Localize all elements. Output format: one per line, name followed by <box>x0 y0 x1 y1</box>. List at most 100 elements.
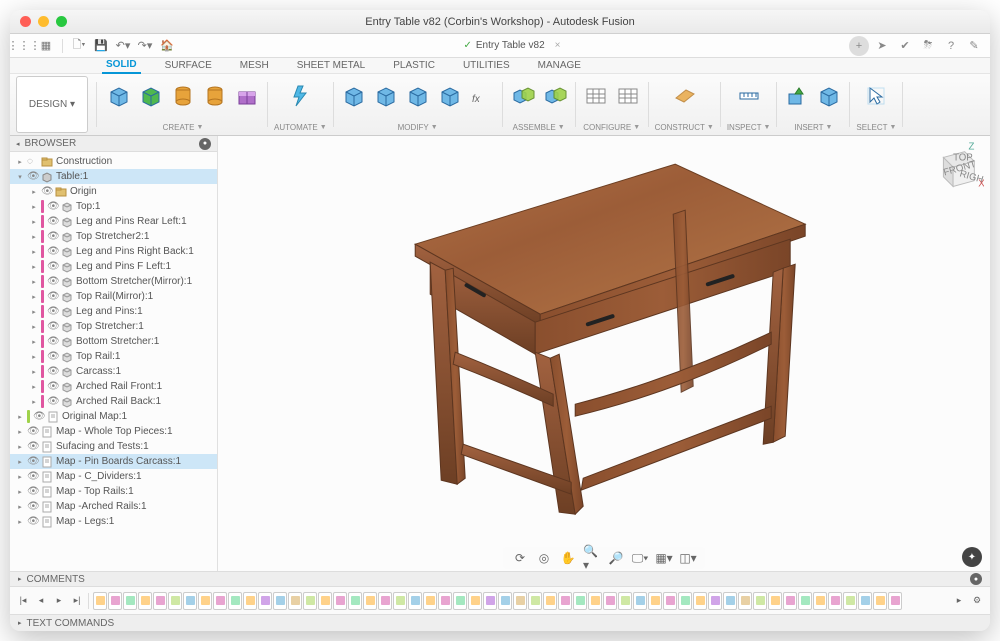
ribbon-group-label[interactable]: INSERT ▼ <box>794 121 832 133</box>
visibility-icon[interactable]: 👁 <box>27 441 38 452</box>
right-toolbar-btn-5[interactable]: ✎ <box>964 36 984 56</box>
browser-node[interactable]: ▸👁Bottom Stretcher(Mirror):1 <box>10 274 217 289</box>
browser-header[interactable]: ◂ BROWSER ● <box>10 136 217 152</box>
zoom-icon[interactable]: 🔍▾ <box>583 549 601 567</box>
workspace-tab-mesh[interactable]: MESH <box>236 58 273 73</box>
visibility-icon[interactable]: 👁 <box>33 411 44 422</box>
expand-icon[interactable]: ▸ <box>16 488 24 496</box>
data-panel-icon[interactable]: ▦ <box>38 38 54 54</box>
pressp-icon[interactable] <box>340 82 368 110</box>
browser-node[interactable]: ▸👁Top Stretcher2:1 <box>10 229 217 244</box>
timeline-feature[interactable] <box>243 592 257 610</box>
browser-node[interactable]: ▸👁Top Stretcher:1 <box>10 319 217 334</box>
browser-node[interactable]: ▸👁Origin <box>10 184 217 199</box>
visibility-icon[interactable]: 👁 <box>27 501 38 512</box>
timeline-feature[interactable] <box>108 592 122 610</box>
browser-node[interactable]: ▸👁Map - Top Rails:1 <box>10 484 217 499</box>
timeline-feature[interactable] <box>438 592 452 610</box>
joint-icon[interactable] <box>509 82 537 110</box>
undo-icon[interactable]: ↶▾ <box>115 38 131 54</box>
measure-icon[interactable] <box>735 82 763 110</box>
timeline-feature[interactable] <box>138 592 152 610</box>
timeline-expand-icon[interactable]: ▸ <box>952 594 966 608</box>
insert-icon[interactable] <box>783 82 811 110</box>
form-icon[interactable] <box>233 82 261 110</box>
expand-icon[interactable]: ▸ <box>30 353 38 361</box>
expand-icon[interactable]: ▸ <box>30 293 38 301</box>
expand-icon[interactable]: ▸ <box>16 518 24 526</box>
timeline-feature[interactable] <box>198 592 212 610</box>
assistant-icon[interactable]: ✦ <box>962 547 982 567</box>
maximize-window-button[interactable] <box>56 16 67 27</box>
timeline-feature[interactable] <box>513 592 527 610</box>
timeline-feature[interactable] <box>318 592 332 610</box>
textcmd-expand-icon[interactable]: ▸ <box>18 619 22 627</box>
timeline-feature[interactable] <box>843 592 857 610</box>
timeline-feature[interactable] <box>708 592 722 610</box>
viewport-icon[interactable]: ◫▾ <box>679 549 697 567</box>
visibility-icon[interactable]: 👁 <box>47 291 58 302</box>
browser-node[interactable]: ▸👁Top:1 <box>10 199 217 214</box>
timeline-feature[interactable] <box>543 592 557 610</box>
browser-node[interactable]: ▸◌Construction <box>10 154 217 169</box>
right-toolbar-btn-1[interactable]: ➤ <box>872 36 892 56</box>
timeline-feature[interactable] <box>423 592 437 610</box>
browser-node[interactable]: ▸👁Arched Rail Back:1 <box>10 394 217 409</box>
extrude-icon[interactable] <box>137 82 165 110</box>
timeline-start-icon[interactable]: |◂ <box>16 594 30 608</box>
browser-node[interactable]: ▸👁Carcass:1 <box>10 364 217 379</box>
expand-icon[interactable]: ▸ <box>30 323 38 331</box>
expand-icon[interactable]: ▾ <box>16 173 24 181</box>
close-window-button[interactable] <box>20 16 31 27</box>
fillet-icon[interactable] <box>372 82 400 110</box>
timeline-feature[interactable] <box>93 592 107 610</box>
titlebar[interactable]: Entry Table v82 (Corbin's Workshop) - Au… <box>10 10 990 34</box>
expand-icon[interactable]: ▸ <box>30 308 38 316</box>
browser-collapse-icon[interactable]: ◂ <box>16 140 20 148</box>
ribbon-group-label[interactable]: SELECT ▼ <box>856 121 896 133</box>
expand-icon[interactable]: ▸ <box>16 413 24 421</box>
grid-icon[interactable]: ▦▾ <box>655 549 673 567</box>
timeline-feature[interactable] <box>348 592 362 610</box>
file-menu-icon[interactable]: 🗋▾ <box>71 38 87 54</box>
expand-icon[interactable]: ▸ <box>16 503 24 511</box>
visibility-icon[interactable]: 👁 <box>47 276 58 287</box>
visibility-icon[interactable]: 👁 <box>47 336 58 347</box>
browser-node[interactable]: ▸👁Top Rail(Mirror):1 <box>10 289 217 304</box>
select-icon[interactable] <box>862 82 890 110</box>
timeline-feature[interactable] <box>753 592 767 610</box>
comments-settings-icon[interactable]: ● <box>970 573 982 585</box>
timeline-feature[interactable] <box>333 592 347 610</box>
timeline-feature[interactable] <box>453 592 467 610</box>
timeline-feature[interactable] <box>363 592 377 610</box>
config-icon[interactable] <box>582 82 610 110</box>
timeline-feature[interactable] <box>408 592 422 610</box>
timeline-feature[interactable] <box>303 592 317 610</box>
expand-icon[interactable]: ▸ <box>30 398 38 406</box>
timeline-feature[interactable] <box>663 592 677 610</box>
viewcube[interactable]: Z FRONT RIGHT TOP X <box>926 142 984 200</box>
app-menu-icon[interactable]: ⋮⋮⋮ <box>16 38 32 54</box>
timeline-feature[interactable] <box>768 592 782 610</box>
timeline-feature[interactable] <box>678 592 692 610</box>
timeline-feature[interactable] <box>213 592 227 610</box>
expand-icon[interactable]: ▸ <box>30 338 38 346</box>
asbuilt-icon[interactable] <box>541 82 569 110</box>
timeline-feature[interactable] <box>483 592 497 610</box>
home-icon[interactable]: 🏠 <box>159 38 175 54</box>
timeline-feature[interactable] <box>588 592 602 610</box>
decal-icon[interactable] <box>815 82 843 110</box>
timeline-feature[interactable] <box>618 592 632 610</box>
timeline-feature[interactable] <box>603 592 617 610</box>
right-toolbar-btn-3[interactable]: ⛈ <box>918 36 938 56</box>
param-icon[interactable]: fx <box>468 82 496 110</box>
timeline-feature[interactable] <box>288 592 302 610</box>
workspace-tab-plastic[interactable]: PLASTIC <box>389 58 439 73</box>
browser-node[interactable]: ▸👁Arched Rail Front:1 <box>10 379 217 394</box>
timeline-feature[interactable] <box>498 592 512 610</box>
browser-node[interactable]: ▸👁Map - C_Dividers:1 <box>10 469 217 484</box>
visibility-icon[interactable]: 👁 <box>47 261 58 272</box>
expand-icon[interactable]: ▸ <box>30 368 38 376</box>
config2-icon[interactable] <box>614 82 642 110</box>
pan-icon[interactable]: ✋ <box>559 549 577 567</box>
